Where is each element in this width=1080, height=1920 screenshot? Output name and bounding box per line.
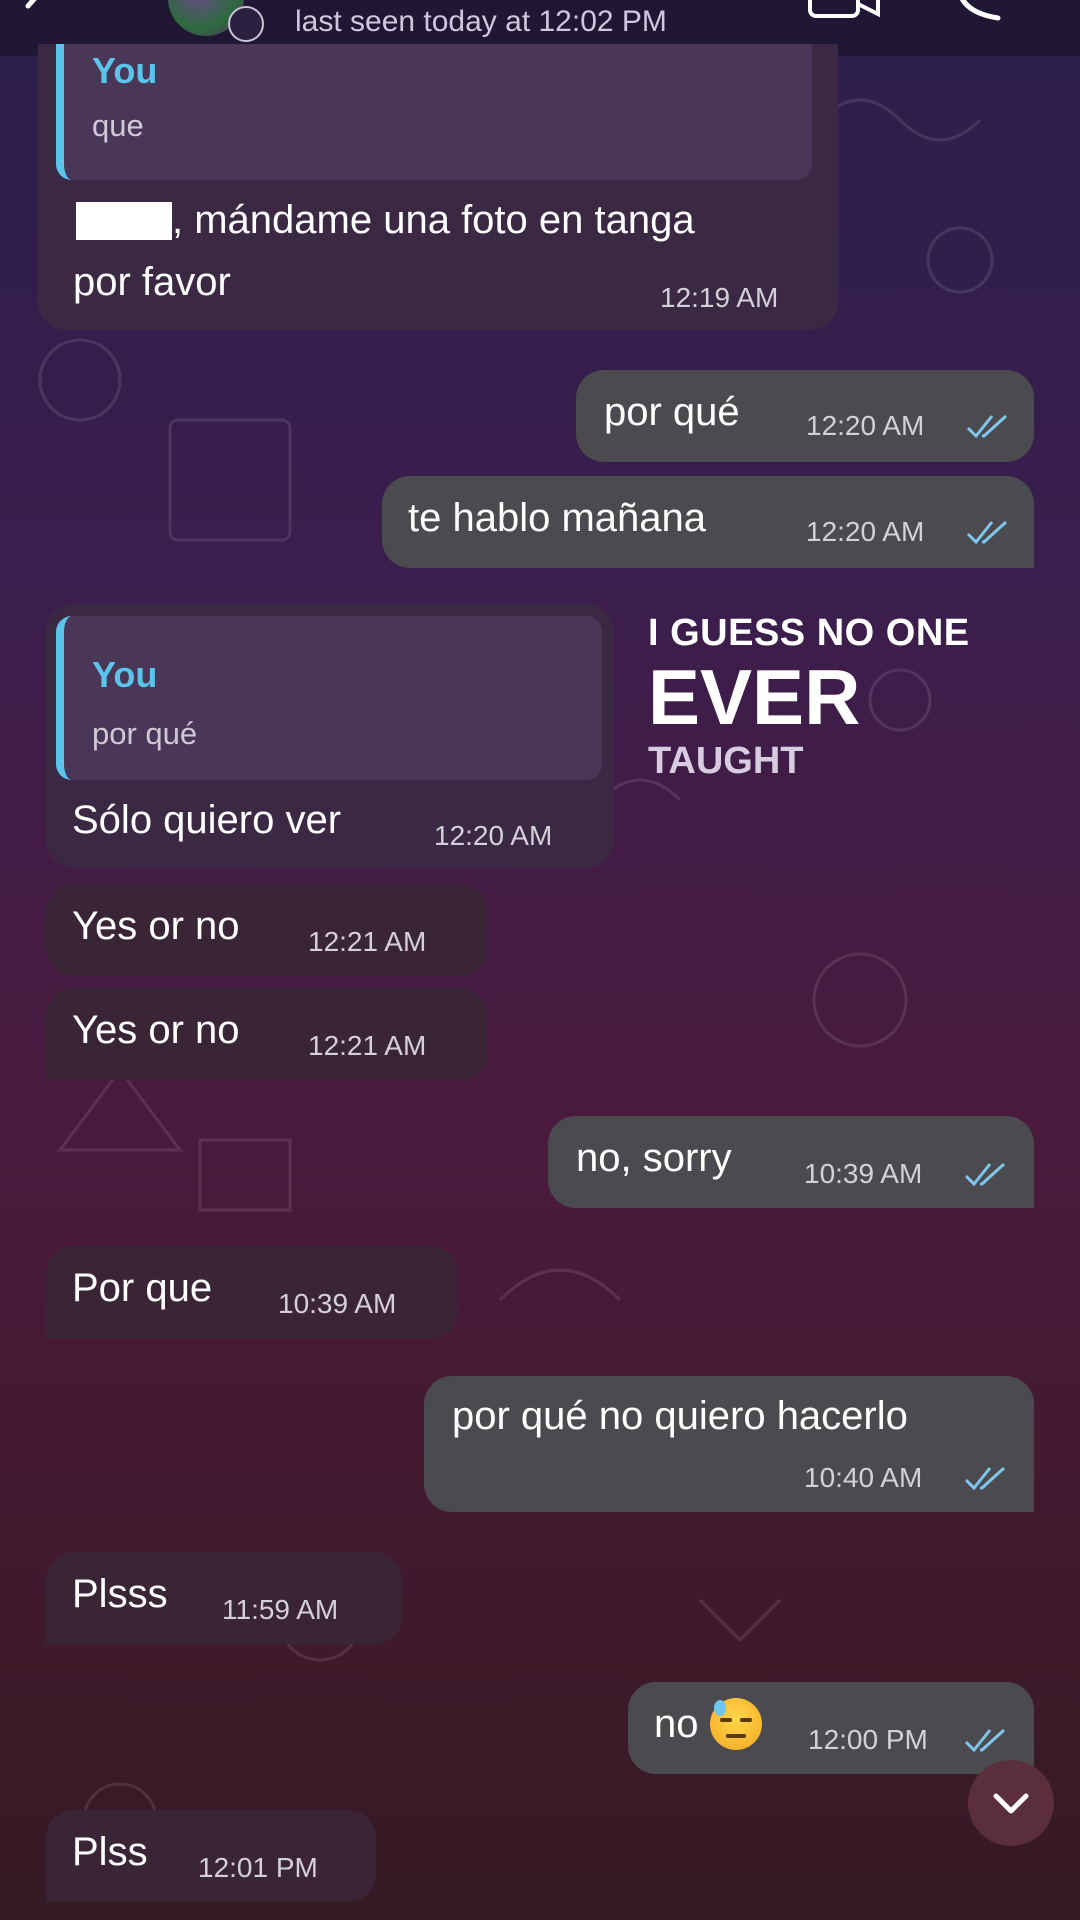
message-text: Por que — [72, 1266, 213, 1310]
reply-text: por qué — [92, 716, 198, 751]
last-seen-status: last seen today at 12:02 PM — [295, 5, 667, 38]
message-text: Yes or no — [72, 904, 240, 948]
message-time: 12:20 AM — [434, 820, 553, 851]
double-check-icon — [964, 1728, 1006, 1752]
chevron-down-icon — [993, 1793, 1029, 1814]
message-text: por qué — [604, 390, 740, 434]
reply-author: You — [92, 654, 158, 695]
message-text: te hablo mañana — [408, 496, 707, 540]
double-check-icon — [964, 1466, 1006, 1490]
message-time: 12:20 AM — [806, 516, 925, 547]
message-text: Yes or no — [72, 1008, 240, 1052]
message-text: Plss — [72, 1830, 148, 1874]
double-check-icon — [964, 1162, 1006, 1186]
message-text: por favor — [73, 260, 231, 304]
message-text: Plsss — [72, 1572, 168, 1616]
message-text: no, sorry — [576, 1136, 732, 1180]
timer-icon — [228, 6, 264, 42]
sticker-line-3: TAUGHT — [648, 740, 804, 782]
outgoing-message[interactable]: no, sorry 10:39 AM — [548, 1116, 1034, 1208]
incoming-message[interactable]: Plsss 11:59 AM — [46, 1552, 402, 1644]
message-time: 12:00 PM — [808, 1724, 928, 1755]
double-check-icon — [966, 520, 1008, 544]
message-time: 11:59 AM — [222, 1594, 339, 1625]
message-time: 12:01 PM — [198, 1852, 318, 1883]
message-time: 12:21 AM — [308, 1030, 427, 1061]
message-time: 12:19 AM — [660, 282, 779, 313]
outgoing-message[interactable]: por qué 12:20 AM — [576, 370, 1034, 462]
back-icon[interactable] — [14, 0, 54, 26]
outgoing-message[interactable]: por qué no quiero hacerlo 10:40 AM — [424, 1376, 1034, 1512]
reply-text: que — [92, 108, 144, 143]
sticker-line-2: EVER — [648, 653, 861, 741]
incoming-message[interactable]: You que , mándame una foto en tanga por … — [38, 44, 838, 330]
incoming-message[interactable]: Por que 10:39 AM — [46, 1246, 458, 1338]
message-time: 10:39 AM — [278, 1288, 397, 1319]
message-text: por qué no quiero hacerlo — [452, 1394, 908, 1438]
double-check-icon — [966, 414, 1008, 438]
incoming-message[interactable]: Yes or no 12:21 AM — [46, 884, 488, 976]
downcast-face-with-sweat-icon — [710, 1698, 762, 1750]
redacted-name — [76, 202, 172, 240]
message-text: Sólo quiero ver — [72, 798, 342, 842]
video-call-icon[interactable] — [808, 0, 880, 20]
scroll-to-bottom-button[interactable] — [968, 1760, 1054, 1846]
message-time: 12:20 AM — [806, 410, 925, 441]
message-text: no — [654, 1702, 699, 1746]
message-time: 10:39 AM — [804, 1158, 923, 1189]
incoming-message[interactable]: Yes or no 12:21 AM — [46, 988, 488, 1080]
reply-quote[interactable]: You por qué — [56, 616, 602, 780]
reply-quote[interactable]: You que — [56, 44, 812, 180]
sticker-line-1: I GUESS NO ONE — [648, 612, 970, 654]
message-time: 10:40 AM — [804, 1462, 923, 1493]
message-time: 12:21 AM — [308, 926, 427, 957]
incoming-message[interactable]: You por qué Sólo quiero ver 12:20 AM — [46, 604, 614, 868]
outgoing-message[interactable]: te hablo mañana 12:20 AM — [382, 476, 1034, 568]
reply-author: You — [92, 50, 158, 91]
phone-call-icon[interactable] — [952, 0, 1008, 22]
incoming-message[interactable]: Plss 12:01 PM — [46, 1810, 376, 1902]
message-text: , mándame una foto en tanga — [172, 198, 695, 242]
